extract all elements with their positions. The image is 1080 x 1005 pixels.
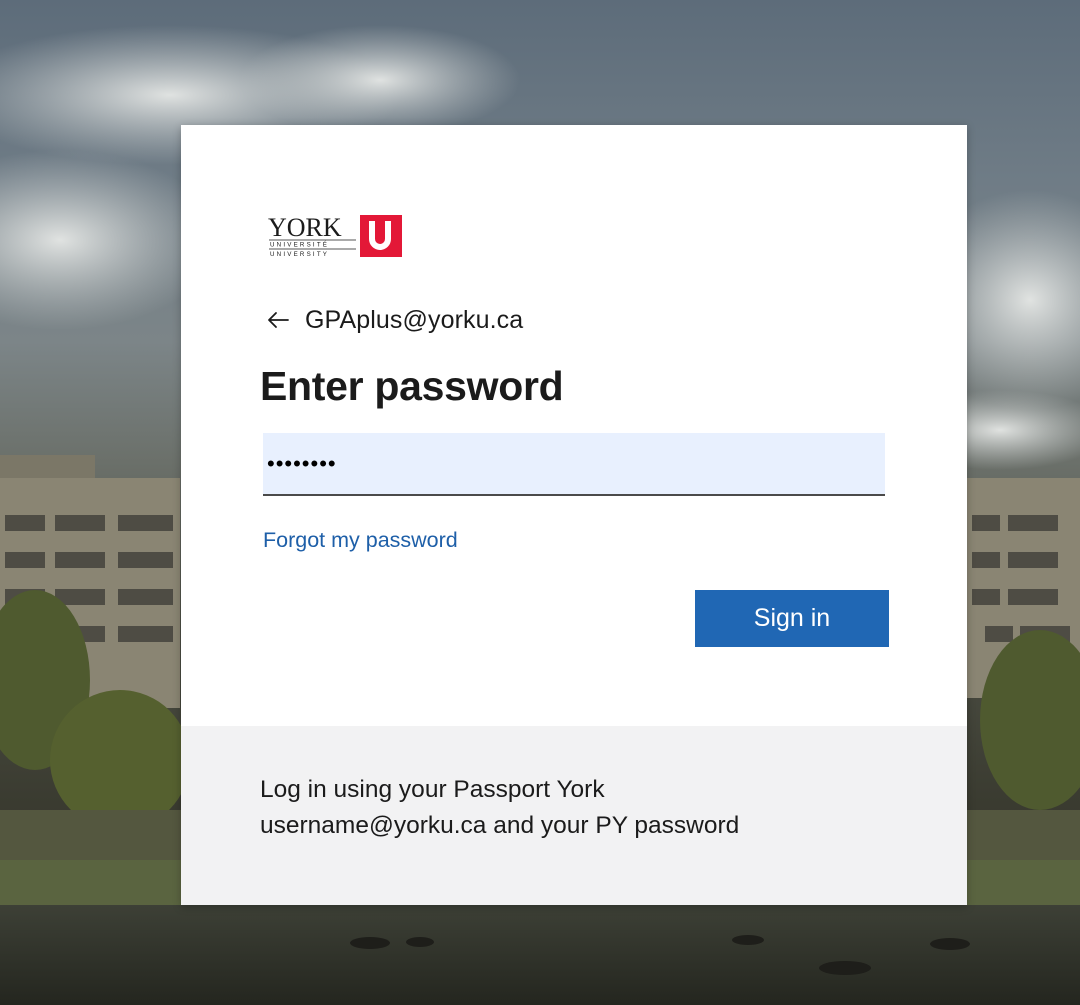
york-university-logo: YORK UNIVERSITÉ UNIVERSITY — [268, 213, 404, 259]
info-text: Log in using your Passport York username… — [260, 772, 900, 844]
account-identity: GPAplus@yorku.ca — [265, 303, 523, 337]
forgot-password-link[interactable]: Forgot my password — [263, 528, 458, 553]
logo-sub-line-1: UNIVERSITÉ — [270, 242, 329, 249]
signin-card: YORK UNIVERSITÉ UNIVERSITY GPAplus@yorku… — [181, 125, 967, 905]
info-line-2: username@yorku.ca and your PY password — [260, 812, 740, 839]
info-panel: Log in using your Passport York username… — [181, 726, 967, 905]
info-line-1: Log in using your Passport York — [260, 776, 605, 803]
back-arrow-icon[interactable] — [265, 307, 291, 333]
logo-wordmark: YORK — [268, 213, 342, 242]
page-title: Enter password — [260, 363, 564, 409]
password-input[interactable] — [263, 433, 885, 496]
sign-in-button[interactable]: Sign in — [695, 590, 889, 647]
logo-sub-line-2: UNIVERSITY — [270, 251, 329, 258]
logo-mark — [360, 215, 402, 257]
account-email: GPAplus@yorku.ca — [305, 305, 524, 334]
